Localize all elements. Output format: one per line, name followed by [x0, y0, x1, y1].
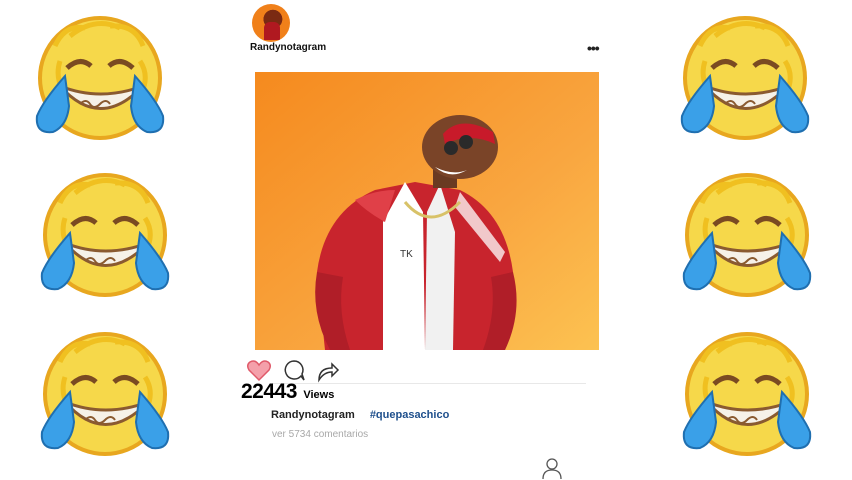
post-username[interactable]: Randynotagram — [250, 42, 326, 53]
avatar[interactable] — [252, 4, 290, 42]
profile-icon[interactable] — [540, 456, 564, 480]
views-count: 22443 — [241, 380, 297, 403]
tears-of-joy-emoji-right-bottom-icon — [672, 322, 822, 462]
tears-of-joy-emoji-right-middle-icon — [672, 163, 822, 303]
tears-of-joy-emoji-left-top-icon — [25, 6, 175, 146]
tears-of-joy-emoji-left-middle-icon — [30, 163, 180, 303]
hashtag-link[interactable]: #quepasachico — [370, 409, 449, 421]
caption-username[interactable]: Randynotagram — [271, 409, 355, 421]
tears-of-joy-emoji-right-top-icon — [670, 6, 820, 146]
post-header: Randynotagram ••• — [250, 4, 610, 64]
views-label: Views — [303, 389, 335, 401]
svg-text:TK: TK — [400, 249, 413, 260]
post-photo[interactable]: TK — [255, 72, 599, 350]
view-comments-link[interactable]: ver 5734 comentarios — [272, 429, 368, 440]
tears-of-joy-emoji-left-bottom-icon — [30, 322, 180, 462]
views-counter: 22443 Views — [241, 380, 334, 404]
more-options-button[interactable]: ••• — [587, 40, 600, 56]
post-caption: Randynotagram #quepasachico — [271, 409, 449, 421]
